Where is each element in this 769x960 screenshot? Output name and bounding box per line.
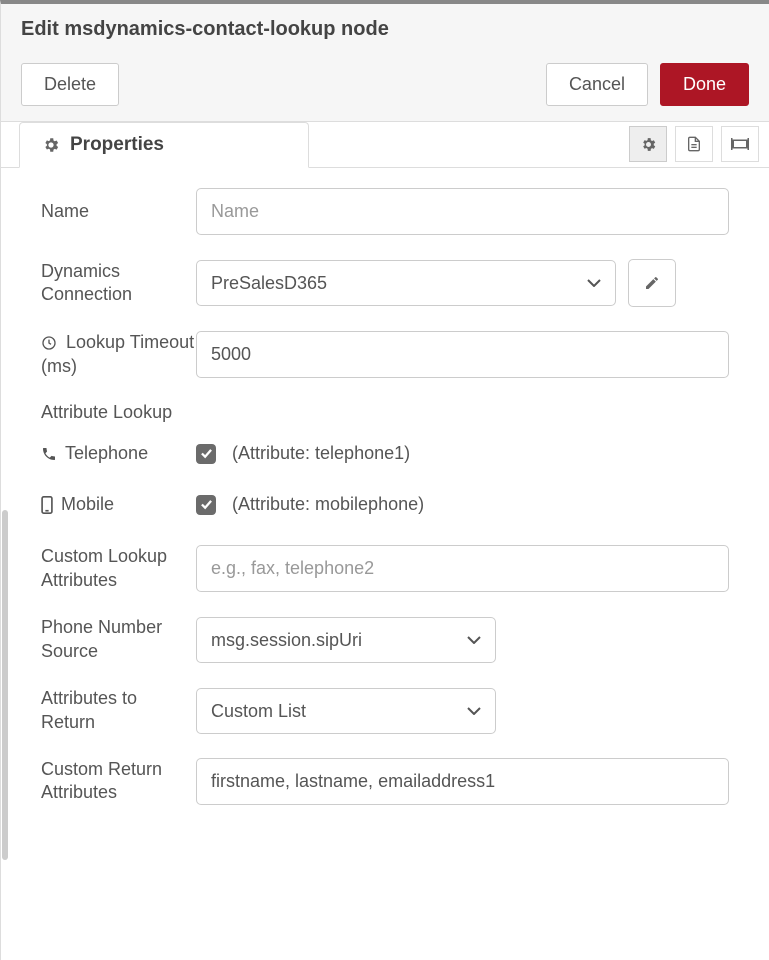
phone-source-select[interactable]: msg.session.sipUri xyxy=(196,617,496,663)
tabs-row: Properties xyxy=(1,121,769,168)
section-attribute-lookup: Attribute Lookup xyxy=(41,402,729,423)
mobile-attr-text: (Attribute: mobilephone) xyxy=(232,494,424,515)
label-telephone: Telephone xyxy=(41,443,196,464)
edit-connection-button[interactable] xyxy=(628,259,676,307)
clock-icon xyxy=(41,333,62,353)
telephone-attr-text: (Attribute: telephone1) xyxy=(232,443,410,464)
tab-icon-buttons xyxy=(629,121,759,167)
tab-properties-label: Properties xyxy=(70,134,164,156)
node-settings-button[interactable] xyxy=(629,126,667,162)
panel-header: Edit msdynamics-contact-lookup node Dele… xyxy=(1,4,769,122)
panel-title: Edit msdynamics-contact-lookup node xyxy=(21,18,749,41)
row-custom-return: Custom Return Attributes xyxy=(41,758,729,805)
timeout-input[interactable] xyxy=(196,331,729,378)
appearance-icon xyxy=(731,136,749,152)
row-phone-source: Phone Number Source msg.session.sipUri xyxy=(41,616,729,663)
telephone-checkbox[interactable] xyxy=(196,444,216,464)
label-mobile-text: Mobile xyxy=(61,494,114,515)
row-attrs-return: Attributes to Return Custom List xyxy=(41,687,729,734)
row-custom-lookup: Custom Lookup Attributes xyxy=(41,545,729,592)
mobile-icon xyxy=(41,496,53,514)
label-timeout: Lookup Timeout (ms) xyxy=(41,331,196,378)
delete-button[interactable]: Delete xyxy=(21,63,119,106)
row-mobile: Mobile (Attribute: mobilephone) xyxy=(41,494,729,515)
label-mobile: Mobile xyxy=(41,494,196,515)
row-telephone: Telephone (Attribute: telephone1) xyxy=(41,443,729,464)
label-name: Name xyxy=(41,200,196,223)
row-name: Name xyxy=(41,188,729,235)
cancel-button[interactable]: Cancel xyxy=(546,63,648,106)
header-button-row: Delete Cancel Done xyxy=(21,63,749,106)
label-custom-lookup: Custom Lookup Attributes xyxy=(41,545,196,592)
custom-lookup-input[interactable] xyxy=(196,545,729,592)
scrollbar[interactable] xyxy=(2,510,8,860)
gear-icon xyxy=(640,136,657,153)
custom-return-input[interactable] xyxy=(196,758,729,805)
label-phone-source: Phone Number Source xyxy=(41,616,196,663)
label-timeout-text: Lookup Timeout (ms) xyxy=(41,332,194,376)
gear-icon xyxy=(42,136,60,154)
node-appearance-button[interactable] xyxy=(721,126,759,162)
tab-properties[interactable]: Properties xyxy=(19,122,309,168)
mobile-checkbox[interactable] xyxy=(196,495,216,515)
form-body: Name Dynamics Connection PreSalesD365 xyxy=(1,168,769,960)
right-button-group: Cancel Done xyxy=(546,63,749,106)
node-description-button[interactable] xyxy=(675,126,713,162)
document-icon xyxy=(686,135,702,153)
pencil-icon xyxy=(644,275,660,291)
row-timeout: Lookup Timeout (ms) xyxy=(41,331,729,378)
connection-select[interactable]: PreSalesD365 xyxy=(196,260,616,306)
label-telephone-text: Telephone xyxy=(65,443,148,464)
attrs-return-select[interactable]: Custom List xyxy=(196,688,496,734)
row-connection: Dynamics Connection PreSalesD365 xyxy=(41,259,729,307)
done-button[interactable]: Done xyxy=(660,63,749,106)
label-attrs-return: Attributes to Return xyxy=(41,687,196,734)
label-custom-return: Custom Return Attributes xyxy=(41,758,196,805)
edit-node-panel: Edit msdynamics-contact-lookup node Dele… xyxy=(0,0,769,960)
label-connection: Dynamics Connection xyxy=(41,260,196,307)
name-input[interactable] xyxy=(196,188,729,235)
phone-icon xyxy=(41,446,57,462)
